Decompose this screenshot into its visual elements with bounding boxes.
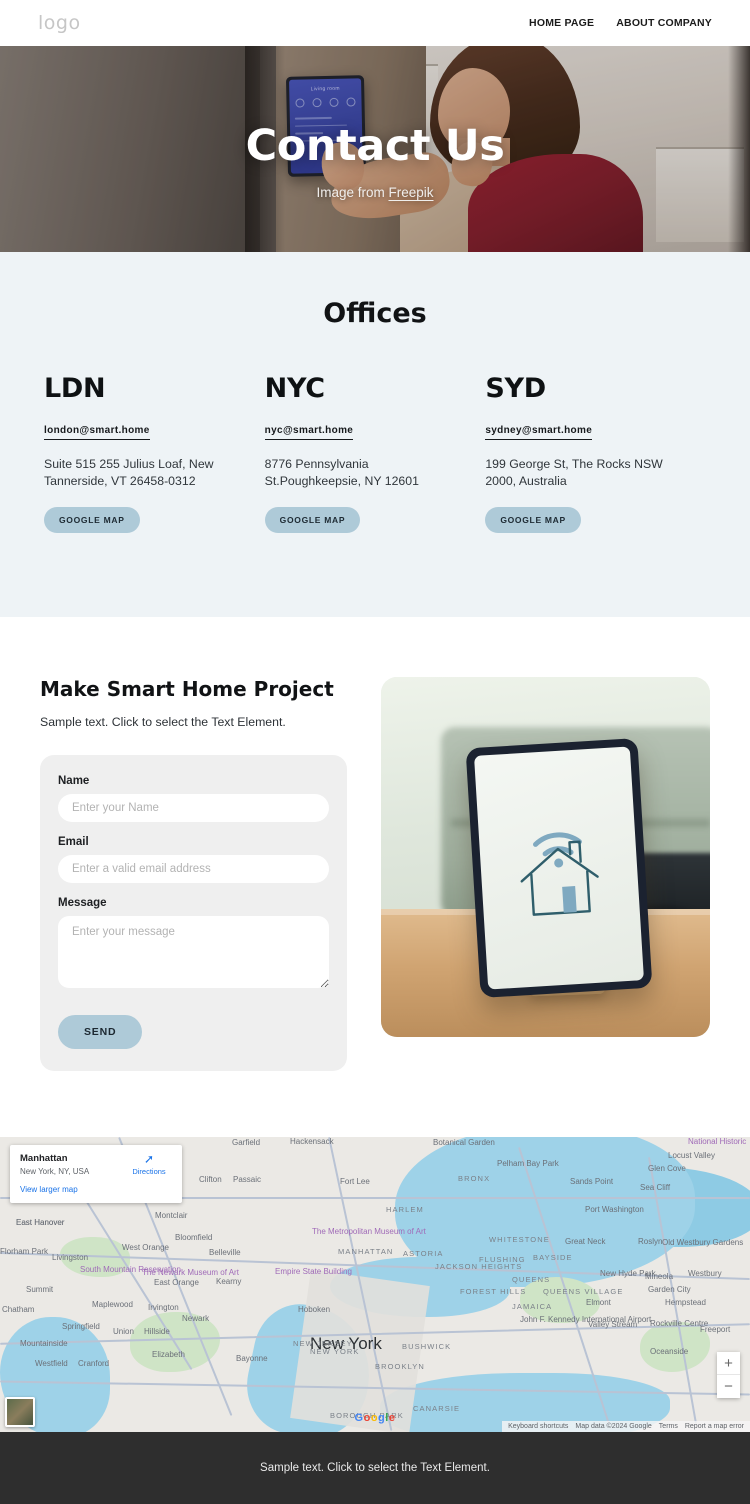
map-attribution: Keyboard shortcuts Map data ©2024 Google…	[502, 1421, 750, 1433]
smart-home-wifi-icon	[520, 832, 599, 917]
site-footer: Sample text. Click to select the Text El…	[0, 1432, 750, 1504]
project-subtitle: Sample text. Click to select the Text El…	[40, 715, 286, 730]
hero-banner: Living room Contact Us Image from Freepi…	[0, 46, 750, 252]
message-field-group: Message	[58, 897, 329, 993]
offices-section: Offices LDN london@smart.home Suite 515 …	[0, 252, 750, 618]
footer-text: Sample text. Click to select the Text El…	[260, 1462, 490, 1475]
email-input[interactable]	[58, 855, 329, 884]
google-logo: Google	[354, 1412, 396, 1425]
project-section: Make Smart Home Project Sample text. Cli…	[0, 617, 750, 1138]
email-field-group: Email	[58, 836, 329, 884]
site-logo[interactable]: logo	[38, 12, 81, 34]
zoom-in-button[interactable]: +	[717, 1352, 740, 1376]
keyboard-shortcuts-link[interactable]: Keyboard shortcuts	[508, 1423, 568, 1430]
office-address: 8776 Pennsylvania St.Poughkeepsie, NY 12…	[264, 457, 419, 488]
offices-heading: Offices	[323, 298, 427, 329]
terms-link[interactable]: Terms	[659, 1423, 678, 1430]
message-label: Message	[58, 897, 107, 910]
zoom-out-button[interactable]: −	[717, 1375, 740, 1399]
office-card-syd: SYD sydney@smart.home 199 George St, The…	[485, 373, 706, 534]
hero-credit-link[interactable]: Freepik	[389, 185, 434, 200]
office-code: LDN	[44, 373, 106, 404]
office-code: SYD	[485, 373, 546, 404]
send-button[interactable]: SEND	[58, 1015, 143, 1050]
report-error-link[interactable]: Report a map error	[685, 1423, 744, 1430]
project-heading: Make Smart Home Project	[40, 677, 334, 702]
directions-icon: ➚	[143, 1152, 155, 1167]
map-data-credit: Map data ©2024 Google	[575, 1423, 652, 1431]
place-title: Manhattan	[20, 1153, 68, 1165]
email-label: Email	[58, 836, 89, 849]
map-place-card: Manhattan New York, NY, USA ➚ Directions…	[10, 1145, 182, 1204]
name-input[interactable]	[58, 794, 329, 823]
site-header: logo HOME PAGE ABOUT COMPANY	[0, 0, 750, 46]
office-code: NYC	[264, 373, 325, 404]
tablet-device	[465, 738, 653, 999]
office-address: Suite 515 255 Julius Loaf, New Tannersid…	[44, 457, 214, 488]
page-title: Contact Us	[245, 120, 505, 171]
google-map-button[interactable]: GOOGLE MAP	[264, 507, 361, 534]
office-address: 199 George St, The Rocks NSW 2000, Austr…	[485, 457, 663, 488]
office-card-nyc: NYC nyc@smart.home 8776 Pennsylvania St.…	[264, 373, 486, 534]
map-zoom-controls: + −	[717, 1352, 740, 1399]
google-map-button[interactable]: GOOGLE MAP	[485, 507, 581, 534]
satellite-view-thumbnail[interactable]	[5, 1397, 35, 1428]
main-navigation: HOME PAGE ABOUT COMPANY	[529, 17, 712, 29]
office-email-link[interactable]: sydney@smart.home	[485, 425, 593, 440]
google-map-button[interactable]: GOOGLE MAP	[44, 507, 140, 534]
office-email-link[interactable]: london@smart.home	[44, 425, 150, 440]
message-textarea[interactable]	[58, 916, 329, 989]
place-subtitle: New York, NY, USA	[20, 1167, 90, 1177]
office-card-ldn: LDN london@smart.home Suite 515 255 Juli…	[44, 373, 265, 534]
hero-image-credit: Image from Freepik	[316, 185, 433, 200]
nav-link-home-page[interactable]: HOME PAGE	[529, 17, 594, 29]
google-map-embed[interactable]: New York Garfield Hackensack Clifton Passaic…	[0, 1137, 750, 1433]
view-larger-map-link[interactable]: View larger map	[20, 1185, 172, 1194]
office-email-link[interactable]: nyc@smart.home	[264, 425, 354, 440]
directions-button[interactable]: ➚ Directions	[126, 1152, 172, 1177]
hero-credit-prefix: Image from	[316, 184, 389, 200]
directions-label: Directions	[132, 1167, 166, 1177]
name-field-group: Name	[58, 775, 329, 823]
name-label: Name	[58, 775, 90, 788]
contact-form: Name Email Message SEND	[40, 755, 347, 1072]
smart-home-photo	[381, 677, 710, 1038]
offices-grid: LDN london@smart.home Suite 515 255 Juli…	[0, 373, 750, 534]
nav-link-about-company[interactable]: ABOUT COMPANY	[616, 17, 712, 29]
